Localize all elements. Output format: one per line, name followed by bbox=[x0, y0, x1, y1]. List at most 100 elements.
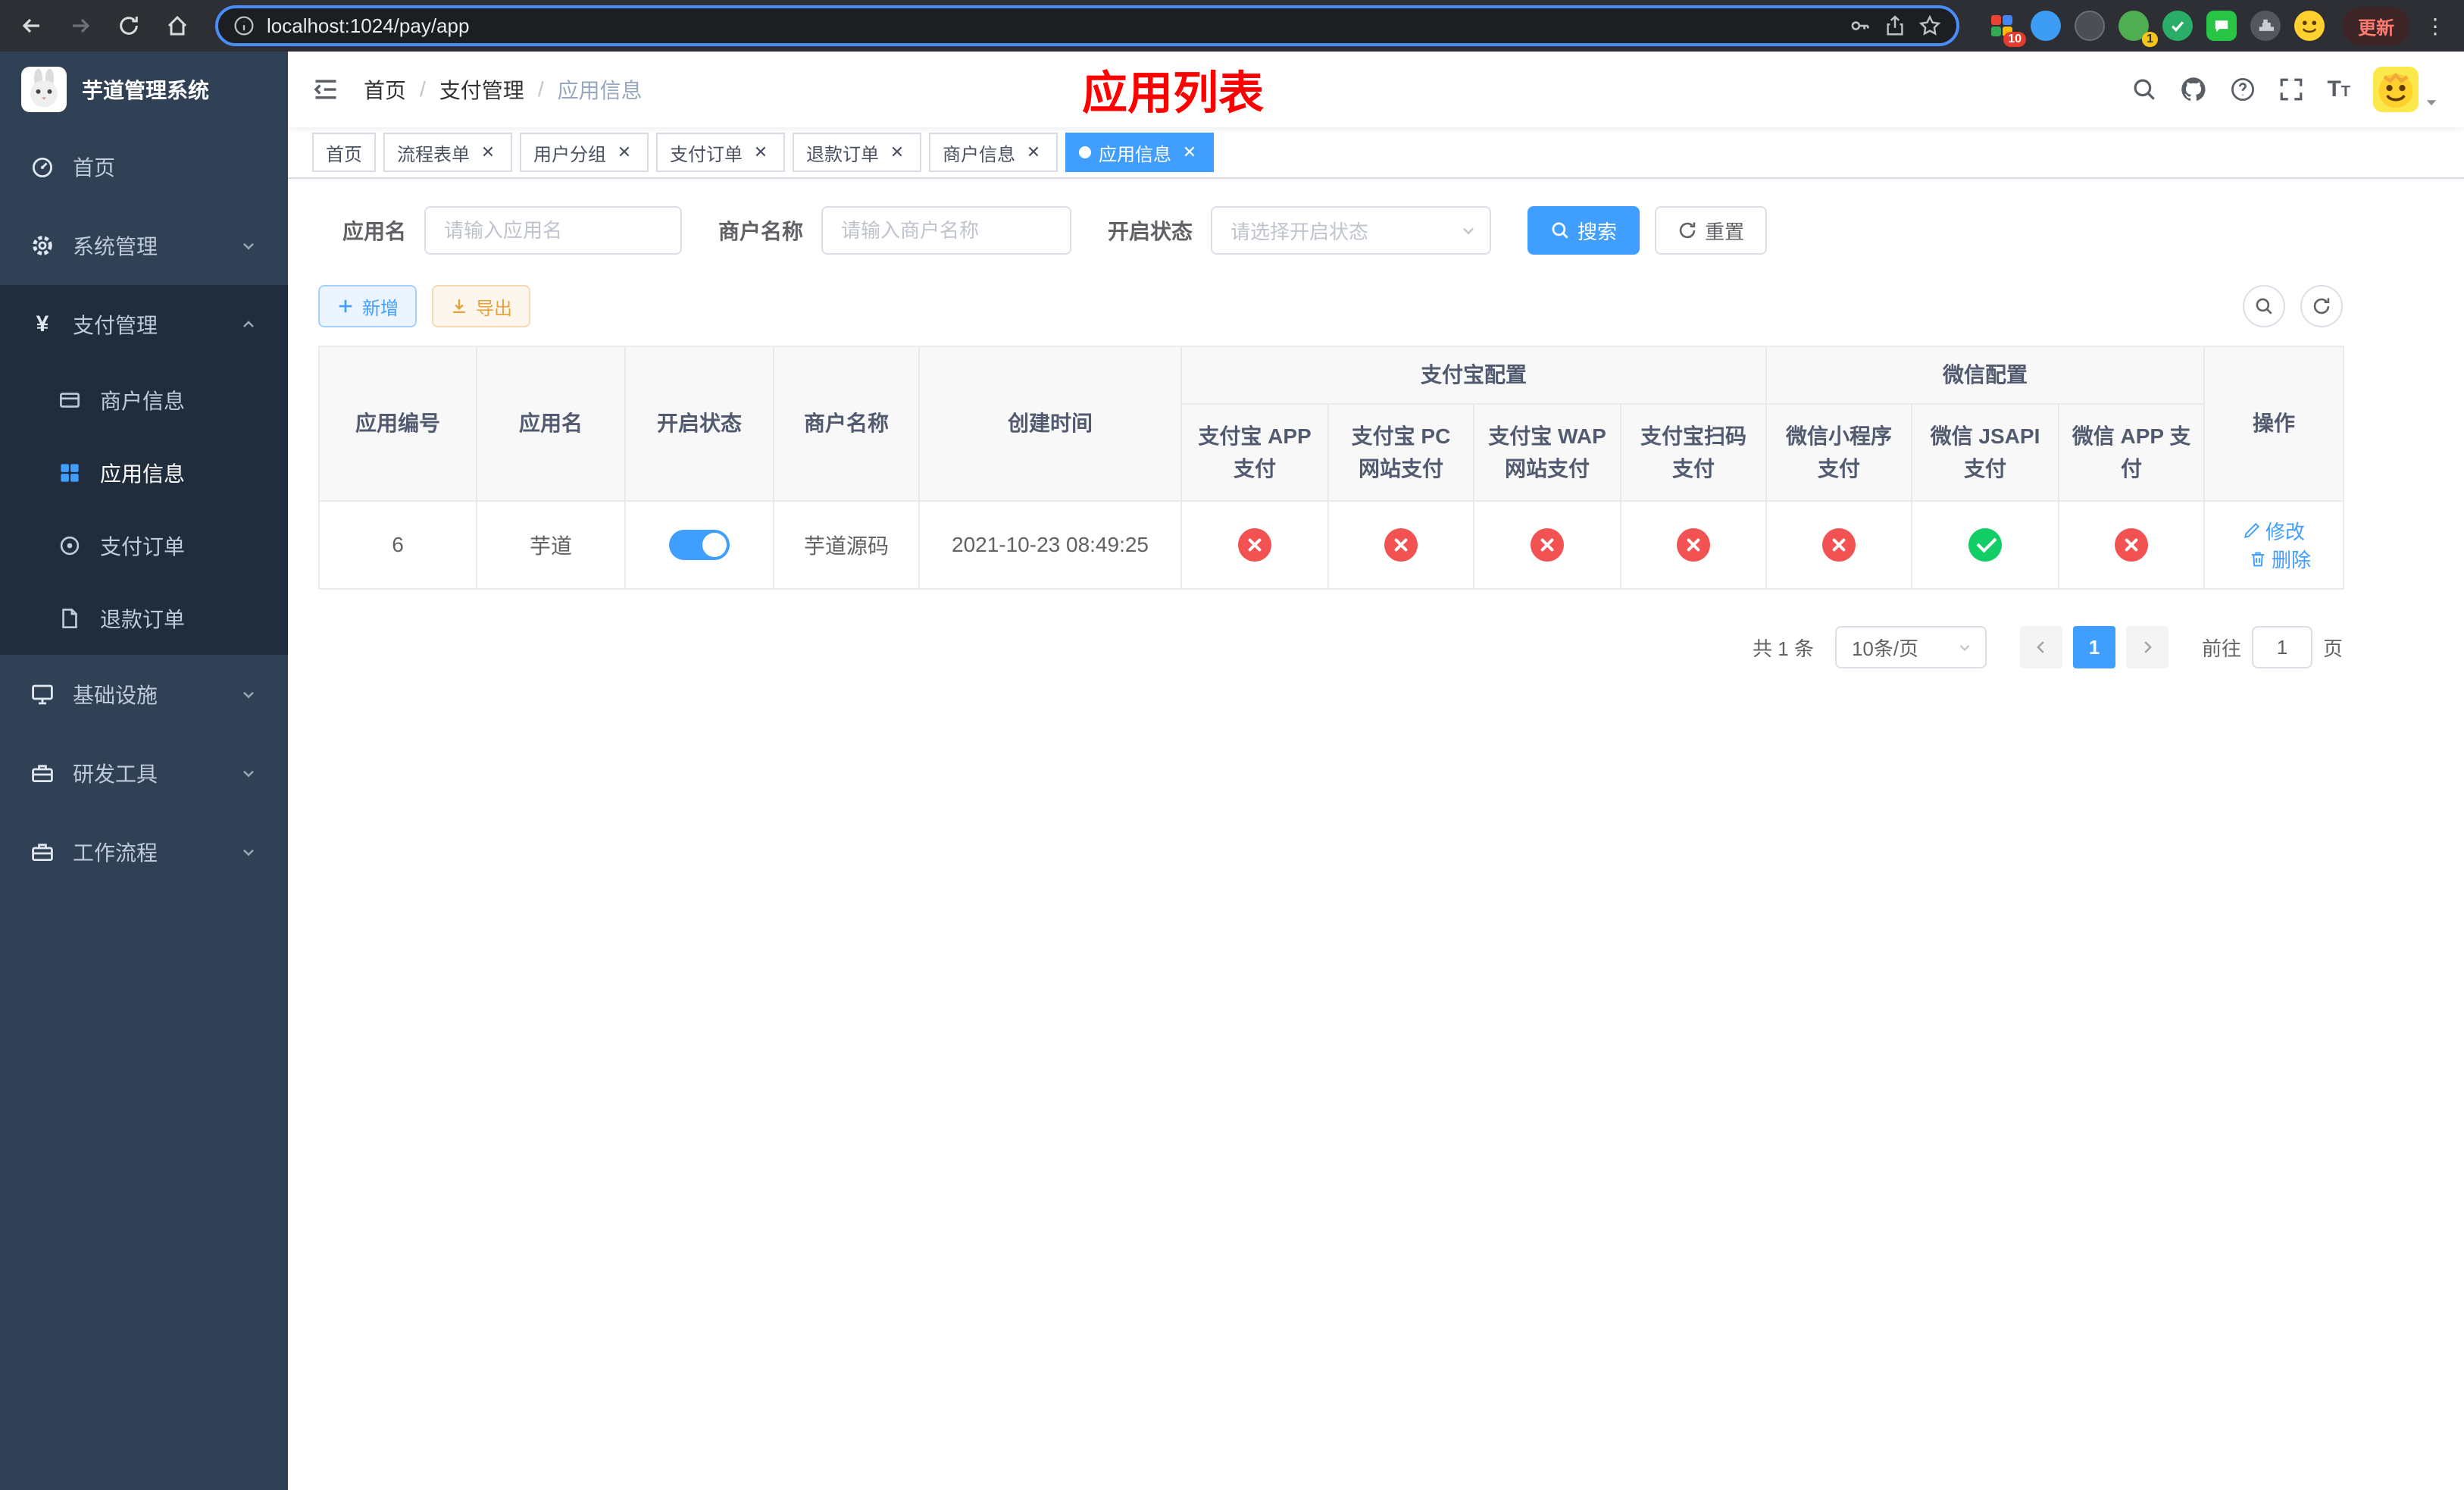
edit-button[interactable]: 修改 bbox=[2243, 517, 2305, 545]
page-size-select[interactable]: 10条/页 bbox=[1834, 626, 1987, 668]
browser-home-button[interactable] bbox=[158, 6, 197, 45]
browser-forward-button[interactable] bbox=[61, 6, 100, 45]
breadcrumb-pay[interactable]: 支付管理 bbox=[439, 74, 524, 105]
status-select-placeholder: 请选择开启状态 bbox=[1230, 220, 1369, 243]
toolbox-icon bbox=[30, 761, 55, 785]
chevron-down-icon bbox=[239, 685, 258, 703]
status-select[interactable]: 请选择开启状态 bbox=[1211, 206, 1492, 255]
tab-refund-orders[interactable]: 退款订单 ✕ bbox=[793, 133, 921, 172]
app-name-input[interactable] bbox=[424, 206, 683, 255]
search-button[interactable]: 搜索 bbox=[1527, 206, 1640, 255]
extension-puzzle-icon[interactable] bbox=[2250, 11, 2281, 41]
add-button[interactable]: 新增 bbox=[318, 285, 417, 327]
sidebar-item-pay-orders[interactable]: 支付订单 bbox=[0, 509, 288, 582]
browser-back-button[interactable] bbox=[12, 6, 52, 45]
close-icon[interactable]: ✕ bbox=[886, 142, 908, 163]
browser-reload-button[interactable] bbox=[109, 6, 149, 45]
share-icon[interactable] bbox=[1884, 14, 1906, 37]
close-icon[interactable]: ✕ bbox=[1179, 142, 1200, 163]
extension-check-icon[interactable] bbox=[2162, 11, 2193, 41]
goto-page-input[interactable] bbox=[2251, 626, 2312, 668]
app-logo-row[interactable]: 芋道管理系统 bbox=[0, 52, 288, 127]
toolbar-right bbox=[2243, 285, 2343, 327]
col-wechat-app: 微信 APP 支付 bbox=[2058, 403, 2206, 502]
chevron-down-icon bbox=[1463, 227, 1474, 235]
next-page-button[interactable] bbox=[2125, 626, 2169, 668]
sidebar-item-refund-orders[interactable]: 退款订单 bbox=[0, 582, 288, 655]
extension-emoji-icon[interactable] bbox=[2294, 11, 2325, 41]
bookmark-star-icon[interactable] bbox=[1918, 14, 1941, 37]
cell-app-name: 芋道 bbox=[476, 500, 626, 590]
search-icon[interactable] bbox=[2131, 77, 2157, 102]
tab-process-form[interactable]: 流程表单 ✕ bbox=[383, 133, 512, 172]
tab-pay-orders[interactable]: 支付订单 ✕ bbox=[656, 133, 785, 172]
password-key-icon[interactable] bbox=[1849, 14, 1871, 37]
sidebar-item-app-info[interactable]: 应用信息 bbox=[0, 437, 288, 509]
col-alipay-qr: 支付宝扫码支付 bbox=[1619, 403, 1768, 502]
page-number-1[interactable]: 1 bbox=[2072, 626, 2115, 668]
cell-status bbox=[624, 500, 774, 590]
breadcrumb-separator: / bbox=[420, 77, 426, 101]
sidebar-item-label: 应用信息 bbox=[100, 462, 186, 486]
tab-app-info[interactable]: 应用信息 ✕ bbox=[1065, 133, 1214, 172]
dashboard-icon bbox=[30, 155, 55, 179]
delete-button[interactable]: 删除 bbox=[2249, 545, 2311, 573]
browser-menu-button[interactable]: ⋮ bbox=[2419, 14, 2452, 39]
refresh-table-button[interactable] bbox=[2300, 285, 2343, 327]
help-icon[interactable] bbox=[2230, 77, 2256, 102]
col-alipay-app: 支付宝 APP 支付 bbox=[1180, 403, 1329, 502]
chevron-down-icon bbox=[239, 236, 258, 255]
record-icon bbox=[58, 534, 82, 558]
card-icon bbox=[58, 388, 82, 412]
breadcrumb-home[interactable]: 首页 bbox=[364, 74, 406, 105]
cell-alipay-qr bbox=[1619, 500, 1768, 590]
close-icon[interactable]: ✕ bbox=[614, 142, 635, 163]
github-icon[interactable] bbox=[2180, 76, 2207, 103]
extension-chat-icon[interactable] bbox=[2206, 11, 2237, 41]
reload-icon bbox=[120, 16, 138, 35]
tab-home[interactable]: 首页 bbox=[312, 133, 376, 172]
status-label: 开启状态 bbox=[1108, 220, 1193, 243]
app-table: 应用编号 应用名 开启状态 商户名称 创建时间 支付宝配置 微信配置 操作 支付… bbox=[318, 346, 2345, 590]
sidebar-toggle-icon[interactable] bbox=[312, 76, 339, 103]
browser-update-button[interactable]: 更新 bbox=[2343, 6, 2409, 45]
sidebar-item-home[interactable]: 首页 bbox=[0, 127, 288, 206]
avatar[interactable] bbox=[2373, 67, 2419, 112]
search-button-label: 搜索 bbox=[1578, 220, 1618, 243]
toggle-search-button[interactable] bbox=[2243, 285, 2285, 327]
font-size-icon[interactable]: TT bbox=[2327, 77, 2350, 102]
sidebar-item-system[interactable]: 系统管理 bbox=[0, 206, 288, 285]
site-info-icon[interactable] bbox=[233, 15, 255, 36]
close-icon[interactable]: ✕ bbox=[477, 142, 499, 163]
tags-view: 首页 流程表单 ✕ 用户分组 ✕ 支付订单 ✕ 退款订单 ✕ 商户信息 ✕ 应用… bbox=[288, 127, 2464, 179]
sidebar-item-merchant-info[interactable]: 商户信息 bbox=[0, 364, 288, 437]
prev-page-button[interactable] bbox=[2019, 626, 2062, 668]
close-icon[interactable]: ✕ bbox=[750, 142, 771, 163]
sidebar-item-dev-tools[interactable]: 研发工具 bbox=[0, 734, 288, 812]
row-status-toggle[interactable] bbox=[669, 530, 730, 560]
user-menu[interactable] bbox=[2373, 67, 2440, 112]
extension-grid-icon[interactable]: 10 bbox=[1987, 11, 2026, 47]
filter-merchant-name: 商户名称 bbox=[718, 206, 1072, 255]
extension-blue-icon[interactable] bbox=[2031, 11, 2061, 41]
reset-button[interactable]: 重置 bbox=[1655, 206, 1768, 255]
goto-page: 前往 页 bbox=[2202, 626, 2343, 668]
cell-alipay-pc bbox=[1327, 500, 1474, 590]
fullscreen-icon[interactable] bbox=[2278, 77, 2304, 102]
export-button[interactable]: 导出 bbox=[432, 285, 530, 327]
sidebar-item-infrastructure[interactable]: 基础设施 bbox=[0, 655, 288, 734]
status-cross-icon bbox=[1238, 528, 1271, 562]
sidebar-item-pay-management[interactable]: ¥ 支付管理 bbox=[0, 285, 288, 364]
extension-avatar-icon[interactable]: 1 bbox=[2118, 11, 2158, 47]
tab-merchant-info[interactable]: 商户信息 ✕ bbox=[929, 133, 1058, 172]
status-cross-icon bbox=[1677, 528, 1710, 562]
tab-user-group[interactable]: 用户分组 ✕ bbox=[520, 133, 649, 172]
extension-dark-icon[interactable] bbox=[2075, 11, 2105, 41]
url-text[interactable]: localhost:1024/pay/app bbox=[267, 14, 1837, 38]
cell-created: 2021-10-23 08:49:25 bbox=[918, 500, 1182, 590]
close-icon[interactable]: ✕ bbox=[1023, 142, 1044, 163]
address-bar[interactable]: localhost:1024/pay/app bbox=[215, 5, 1959, 46]
sidebar-item-workflow[interactable]: 工作流程 bbox=[0, 812, 288, 891]
chevron-down-icon bbox=[239, 764, 258, 782]
merchant-name-input[interactable] bbox=[821, 206, 1072, 255]
